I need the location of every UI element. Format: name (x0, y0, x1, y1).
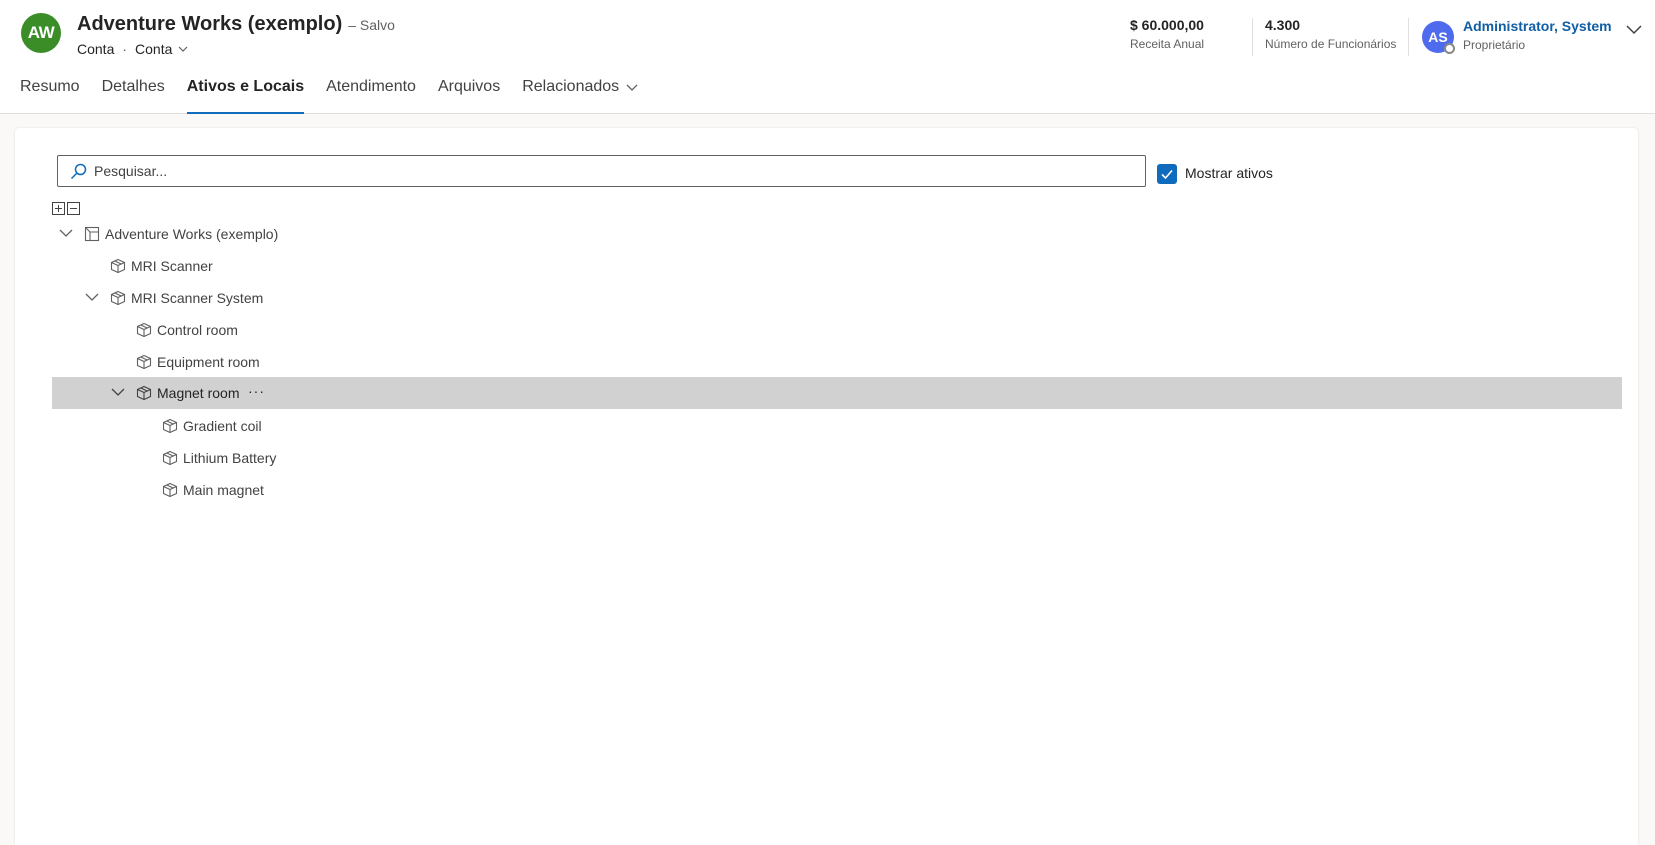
chevron-down-icon[interactable] (1625, 20, 1643, 38)
chevron-down-icon (626, 84, 638, 91)
search-input[interactable] (94, 157, 1139, 185)
checkmark-icon (1161, 169, 1173, 180)
asset-icon (136, 385, 152, 401)
saved-status: – Salvo (348, 17, 395, 33)
tree-node-label: Gradient coil (183, 418, 262, 434)
kpi-divider (1408, 18, 1409, 56)
tree-node[interactable]: Adventure Works (exemplo) (52, 218, 1622, 250)
tree-node-label: MRI Scanner System (131, 290, 264, 306)
asset-icon (110, 290, 126, 306)
account-icon (84, 226, 100, 242)
show-assets-label: Mostrar ativos (1185, 165, 1273, 181)
chevron-down-icon[interactable] (85, 293, 99, 302)
record-header: AW Adventure Works (exemplo) – Salvo Con… (0, 0, 1655, 114)
kpi-annual-revenue: $ 60.000,00 Receita Anual (1130, 17, 1204, 51)
breadcrumb: Conta · Conta (77, 41, 188, 57)
asset-icon (136, 322, 152, 338)
title-row: Adventure Works (exemplo) – Salvo (77, 13, 395, 36)
asset-icon (162, 450, 178, 466)
tree-node-label: Equipment room (157, 354, 260, 370)
tree-node[interactable]: MRI Scanner (52, 250, 1622, 282)
entity-name: Conta (77, 41, 115, 57)
asset-icon (162, 418, 178, 434)
tree-node[interactable]: Equipment room (52, 346, 1622, 378)
tree-node[interactable]: Control room (52, 314, 1622, 346)
tab-bar: Resumo Detalhes Ativos e Locais Atendime… (20, 78, 660, 114)
tree-node[interactable]: MRI Scanner System (52, 282, 1622, 314)
asset-icon (162, 482, 178, 498)
asset-icon (110, 258, 126, 274)
kpi-value: $ 60.000,00 (1130, 17, 1204, 33)
search-icon (70, 163, 87, 180)
tree-node-label: Lithium Battery (183, 450, 277, 466)
expand-all-icon[interactable] (52, 202, 65, 215)
show-assets-checkbox[interactable] (1157, 164, 1177, 184)
kpi-label: Número de Funcionários (1265, 37, 1397, 51)
record-avatar: AW (21, 13, 61, 53)
tab-ativos-e-locais[interactable]: Ativos e Locais (186, 78, 305, 114)
asset-icon (136, 354, 152, 370)
tab-atendimento[interactable]: Atendimento (326, 78, 416, 114)
tab-arquivos[interactable]: Arquivos (438, 78, 500, 114)
tree-node-label: Control room (157, 322, 238, 338)
owner-role-label: Proprietário (1463, 38, 1526, 52)
form-selector[interactable]: Conta (135, 41, 172, 57)
page-title: Adventure Works (exemplo) (77, 13, 343, 35)
more-options-icon[interactable]: ··· (248, 384, 265, 398)
tree-node-label: Magnet room (157, 385, 240, 401)
kpi-value: 4.300 (1265, 17, 1301, 33)
chevron-down-icon[interactable] (59, 229, 73, 238)
kpi-divider (1252, 18, 1253, 56)
presence-status-icon (1444, 43, 1455, 54)
breadcrumb-separator: · (122, 41, 128, 57)
tab-relacionados[interactable]: Relacionados (522, 78, 638, 114)
tree-node-label: MRI Scanner (131, 258, 213, 274)
tree-node-label: Main magnet (183, 482, 264, 498)
tab-resumo[interactable]: Resumo (20, 78, 80, 114)
tab-detalhes[interactable]: Detalhes (102, 78, 165, 114)
kpi-label: Receita Anual (1130, 37, 1205, 51)
tree-node-label: Adventure Works (exemplo) (105, 226, 279, 242)
owner-link[interactable]: Administrator, System (1463, 18, 1612, 34)
chevron-down-icon[interactable] (178, 44, 188, 54)
tree-node[interactable]: Lithium Battery (52, 442, 1622, 474)
search-box (57, 155, 1146, 187)
tree-node[interactable]: Gradient coil (52, 410, 1622, 442)
collapse-all-icon[interactable] (67, 202, 80, 215)
tree-node[interactable]: Main magnet (52, 474, 1622, 506)
tree-node-selected[interactable]: Magnet room ··· (52, 377, 1622, 409)
chevron-down-icon[interactable] (111, 388, 125, 397)
kpi-employee-count: 4.300 Número de Funcionários (1265, 17, 1396, 51)
